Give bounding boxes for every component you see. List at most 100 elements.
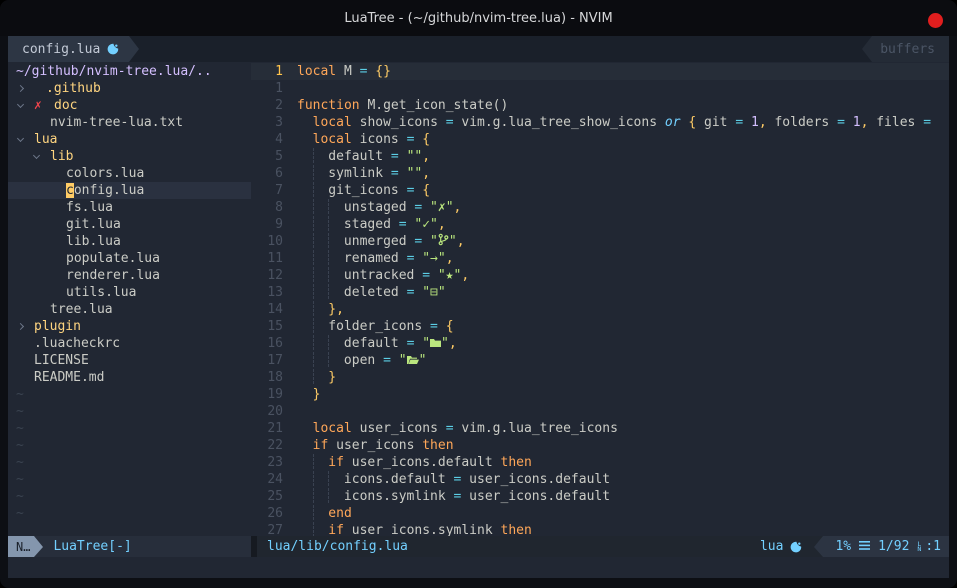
code-line[interactable]: 19 } [251,386,949,403]
line-number: 1 [251,80,287,97]
buffers-section: buffers [872,36,949,62]
file-tree-pane[interactable]: ~/github/nvim-tree.lua/.. .github✗docnvi… [8,62,251,536]
code-line[interactable]: 7 git_icons = { [251,182,949,199]
code-line[interactable]: 18 } [251,369,949,386]
code-line[interactable]: 27 if user_icons.symlink then [251,522,949,536]
code-line[interactable]: 1 [251,80,949,97]
tree-item-config.lua[interactable]: config.lua [8,182,251,199]
tree-item-.luacheckrc[interactable]: .luacheckrc [8,335,251,352]
chevron-down-icon[interactable] [16,104,34,107]
chevron-down-icon[interactable] [32,155,50,158]
code-line[interactable]: 11 renamed = "→", [251,250,949,267]
tree-item-renderer.lua[interactable]: renderer.lua [8,267,251,284]
code-line[interactable]: 10 unmerged = "", [251,233,949,250]
code-line[interactable]: 6 symlink = "", [251,165,949,182]
indent-guide [328,250,336,265]
line-number: 6 [251,165,287,182]
tabline: config.lua buffers [8,36,949,62]
code-line-text: local user_icons = vim.g.lua_tree_icons [287,420,618,437]
tree-item-label: renderer.lua [66,267,160,284]
code-line[interactable]: 24 icons.default = user_icons.default [251,471,949,488]
tree-item-populate.lua[interactable]: populate.lua [8,250,251,267]
tree-item-label: utils.lua [66,284,136,301]
code-line[interactable]: 4 local icons = { [251,131,949,148]
chevron-down-icon[interactable] [16,138,34,141]
tree-item-.github[interactable]: .github [8,80,251,97]
indent-guide [328,216,336,231]
file-tree-items: .github✗docnvim-tree-lua.txtlualibcolors… [8,80,251,522]
tree-item-label: plugin [34,318,81,335]
code-line[interactable]: 26 end [251,505,949,522]
tree-item-lib.lua[interactable]: lib.lua [8,233,251,250]
code-line-text: renamed = "→", [287,250,454,267]
command-line[interactable] [8,557,949,578]
line-number: 26 [251,505,287,522]
column-position: :1 [925,539,941,554]
code-line[interactable]: 17 open = "" [251,352,949,369]
title-bar: LuaTree - (~/github/nvim-tree.lua) - NVI… [0,0,957,36]
indent-guide [328,199,336,214]
indent-guide [328,488,336,503]
line-number: 18 [251,369,287,386]
line-number: 12 [251,267,287,284]
code-line[interactable]: 2function M.get_icon_state() [251,97,949,114]
code-statusline: lua/lib/config.lua lua 1% 1/92 LN :1 [257,536,949,557]
git-branch-icon [438,233,449,250]
code-line[interactable]: 25 icons.symlink = user_icons.default [251,488,949,505]
tree-item-git.lua[interactable]: git.lua [8,216,251,233]
tree-item-lua[interactable]: lua [8,131,251,148]
tree-item-LICENSE[interactable]: LICENSE [8,352,251,369]
code-line[interactable]: 21 local user_icons = vim.g.lua_tree_ico… [251,420,949,437]
code-line[interactable]: 14 }, [251,301,949,318]
tree-item-plugin[interactable]: plugin [8,318,251,335]
tree-item-label: .github [46,80,101,97]
git-status-icon: ✗ [34,97,54,114]
indent-guide [328,352,336,367]
empty-line-marker: ~ [8,403,251,420]
code-line-text: if user_icons then [287,437,454,454]
tree-item-nvim-tree-lua.txt[interactable]: nvim-tree-lua.txt [8,114,251,131]
code-line-text: } [287,369,336,386]
tree-item-fs.lua[interactable]: fs.lua [8,199,251,216]
code-line-text [287,80,297,97]
line-number: 19 [251,386,287,403]
tree-root-path[interactable]: ~/github/nvim-tree.lua/.. [8,63,251,80]
code-line[interactable]: 5 default = "", [251,148,949,165]
code-line[interactable]: 23 if user_icons.default then [251,454,949,471]
code-line[interactable]: 12 untracked = "★", [251,267,949,284]
close-button-icon[interactable] [928,13,943,28]
code-line-text: default = "", [287,148,430,165]
code-line[interactable]: 3 local show_icons = vim.g.lua_tree_show… [251,114,949,131]
tree-item-tree.lua[interactable]: tree.lua [8,301,251,318]
statusline-right-separator [814,536,823,557]
code-line[interactable]: 9 staged = "✓", [251,216,949,233]
code-line-text: end [287,505,352,522]
tree-item-doc[interactable]: ✗doc [8,97,251,114]
line-number: 16 [251,335,287,352]
line-number: 15 [251,318,287,335]
code-line[interactable]: 8 unstaged = "✗", [251,199,949,216]
empty-line-marker: ~ [8,437,251,454]
tree-item-lib[interactable]: lib [8,148,251,165]
tree-item-colors.lua[interactable]: colors.lua [8,165,251,182]
tree-item-README.md[interactable]: README.md [8,369,251,386]
tree-statusline: N… LuaTree[-] [8,536,251,557]
code-editor-pane[interactable]: 1local M = {}12function M.get_icon_state… [251,62,949,536]
tree-item-utils.lua[interactable]: utils.lua [8,284,251,301]
code-line[interactable]: 15 folder_icons = { [251,318,949,335]
tab-config-lua[interactable]: config.lua [8,36,129,62]
tab-separator [129,36,139,62]
empty-line-marker: ~ [8,454,251,471]
code-line-text: git_icons = { [287,182,430,199]
chevron-right-icon[interactable] [16,324,34,329]
code-line[interactable]: 16 default = "", [251,335,949,352]
code-line[interactable]: 13 deleted = "⊟" [251,284,949,301]
buffers-separator [862,36,872,62]
folder-icon [430,335,441,352]
tree-item-label: lua [34,131,57,148]
code-line[interactable]: 20 [251,403,949,420]
code-line[interactable]: 22 if user_icons then [251,437,949,454]
chevron-right-icon[interactable] [16,86,34,91]
code-line[interactable]: 1local M = {} [251,63,949,80]
statusline-file-path: lua/lib/config.lua [257,539,760,554]
